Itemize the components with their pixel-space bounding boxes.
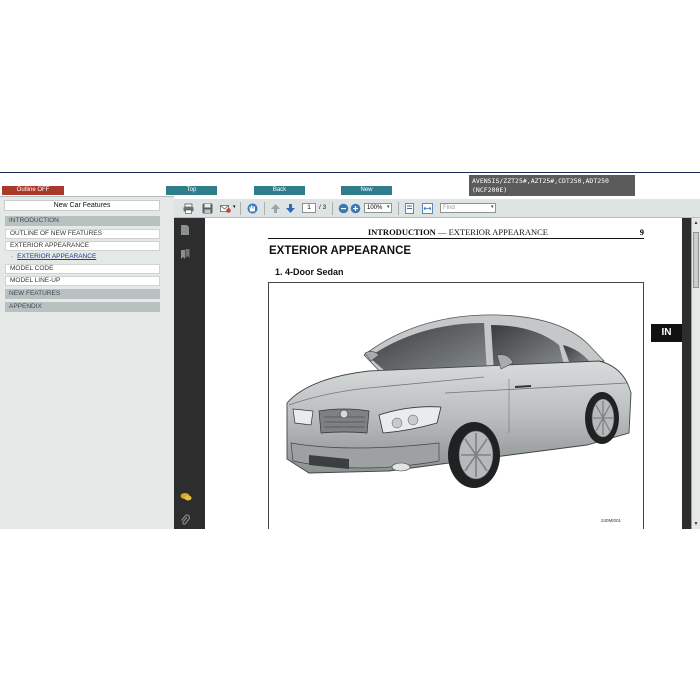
find-dropdown-icon[interactable]: ▾ <box>491 204 494 210</box>
sidebar-item-new-features[interactable]: NEW FEATURES <box>5 289 160 299</box>
navigation-pane-rail <box>174 218 205 529</box>
sidebar-subitem-exterior-appearance[interactable]: · EXTERIOR APPEARANCE <box>5 252 160 262</box>
hand-tool-icon[interactable] <box>247 203 258 214</box>
email-dropdown-icon[interactable]: ▾ <box>233 204 236 210</box>
top-button[interactable]: Top <box>166 186 217 195</box>
page-number-input[interactable]: 1 <box>302 203 316 213</box>
toolbar-separator <box>264 202 265 215</box>
vehicle-model-line2: (NCF200E) <box>472 186 508 194</box>
new-button[interactable]: New <box>341 186 392 195</box>
page-total-label: / 3 <box>319 204 327 211</box>
car-illustration-figure: 240MI001 <box>268 282 644 529</box>
vehicle-model-box: AVENSIS/ZZT25#,AZT25#,CDT250,ADT250 (NCF… <box>469 175 635 196</box>
running-header-section: INTRODUCTION <box>367 227 436 237</box>
sidebar-item-introduction[interactable]: INTRODUCTION <box>5 216 160 226</box>
vehicle-model-line1: AVENSIS/ZZT25#,AZT25#,CDT250,ADT250 <box>472 177 609 185</box>
sidebar-item-outline-of-new-features[interactable]: OUTLINE OF NEW FEATURES <box>5 229 160 239</box>
attachment-icon[interactable] <box>180 514 190 526</box>
sedan-car-illustration <box>286 314 632 488</box>
outline-sidebar: New Car Features INTRODUCTION OUTLINE OF… <box>0 196 174 529</box>
page-heading: EXTERIOR APPEARANCE <box>269 245 412 257</box>
outline-toggle-button[interactable]: Outline OFF <box>2 186 64 195</box>
sidebar-item-appendix[interactable]: APPENDIX <box>5 302 160 312</box>
previous-page-icon[interactable] <box>270 203 281 214</box>
page-running-header: INTRODUCTION — EXTERIOR APPEARANCE 9 <box>268 225 644 239</box>
viewer-toolbar: ▾ 1 / 3 100% ▾ Find ▾ <box>174 199 700 218</box>
pdf-viewer-window: AVENSIS/ZZT25#,AZT25#,CDT250,ADT250 (NCF… <box>0 0 700 700</box>
zoom-in-icon[interactable] <box>350 203 361 214</box>
toolbar-separator <box>332 202 333 215</box>
sidebar-subitem-link[interactable]: EXTERIOR APPEARANCE <box>13 253 96 260</box>
page-number: 9 <box>639 227 644 237</box>
comments-icon[interactable] <box>180 491 192 503</box>
fit-width-icon[interactable] <box>422 203 433 214</box>
running-header-title: INTRODUCTION — EXTERIOR APPEARANCE <box>368 227 548 237</box>
find-input[interactable]: Find <box>440 203 496 213</box>
bookmarks-icon[interactable] <box>180 248 190 260</box>
next-page-icon[interactable] <box>285 203 296 214</box>
toolbar-separator <box>398 202 399 215</box>
toolbar-separator <box>240 202 241 215</box>
zoom-out-icon[interactable] <box>338 203 349 214</box>
section-subheading: 1. 4-Door Sedan <box>275 267 344 277</box>
figure-code: 240MI001 <box>600 518 621 523</box>
zoom-dropdown-icon[interactable]: ▾ <box>387 204 390 210</box>
running-header-topic: EXTERIOR APPEARANCE <box>448 227 548 237</box>
fit-page-icon[interactable] <box>404 203 415 214</box>
scroll-down-icon[interactable]: ▼ <box>693 521 699 527</box>
scroll-up-icon[interactable]: ▲ <box>693 220 699 226</box>
running-header-dash: — <box>435 227 449 237</box>
pages-icon[interactable] <box>180 224 190 236</box>
sidebar-header: New Car Features <box>4 200 160 211</box>
print-icon[interactable] <box>183 203 194 214</box>
sidebar-item-model-code[interactable]: MODEL CODE <box>5 264 160 274</box>
save-icon[interactable] <box>202 203 213 214</box>
section-side-tab: IN <box>651 324 682 342</box>
email-icon[interactable] <box>220 203 231 214</box>
sidebar-item-exterior-appearance[interactable]: EXTERIOR APPEARANCE <box>5 241 160 251</box>
vertical-scrollbar[interactable]: ▲ ▼ <box>691 218 700 529</box>
scroll-thumb[interactable] <box>693 232 699 288</box>
top-divider <box>0 172 700 173</box>
back-button[interactable]: Back <box>254 186 305 195</box>
sidebar-item-model-line-up[interactable]: MODEL LINE-UP <box>5 276 160 286</box>
